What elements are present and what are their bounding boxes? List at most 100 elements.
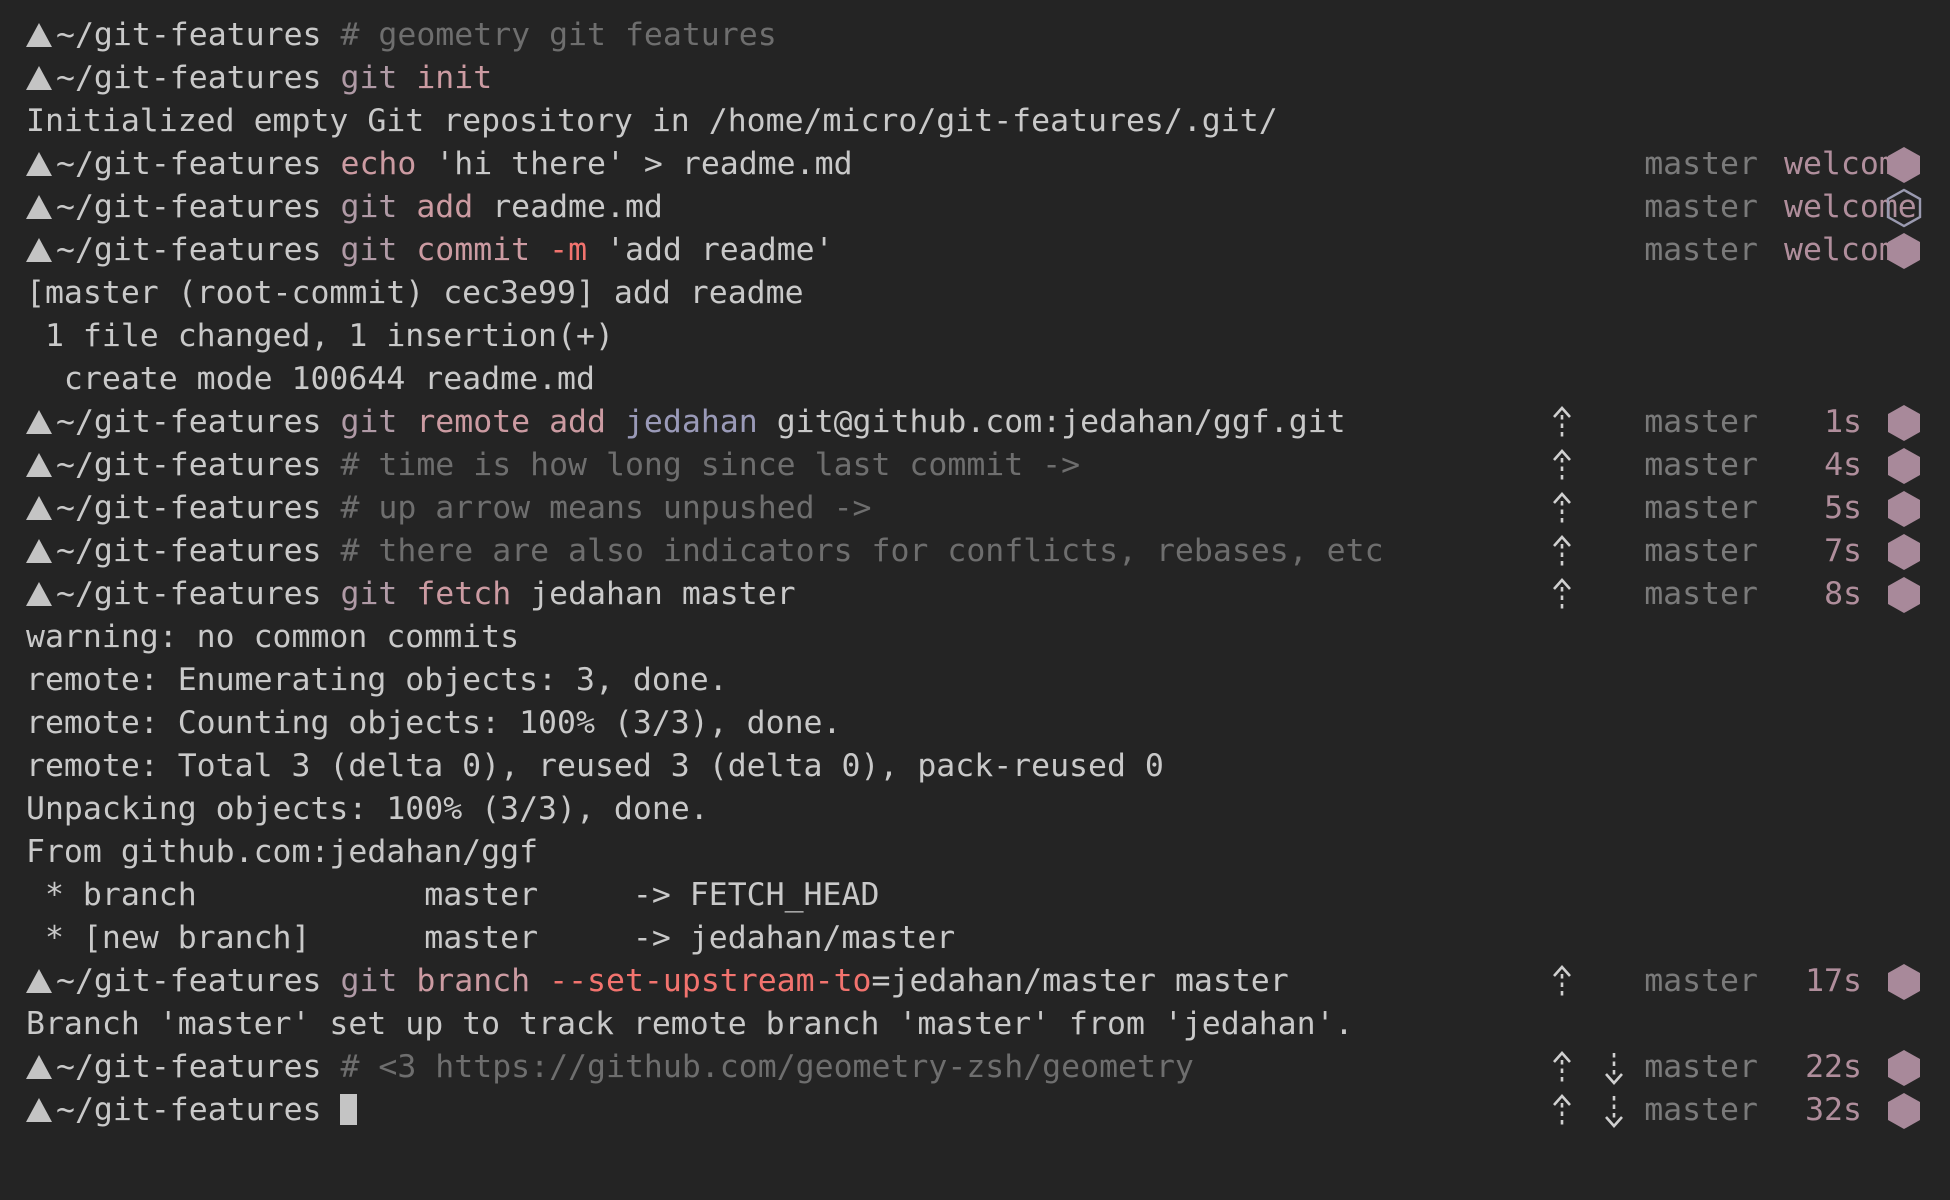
hexagon-filled-icon [1884,530,1924,573]
hexagon-filled-icon [1884,1046,1924,1089]
terminal-prompt-line: ~/git-features git remote add jedahan gi… [0,401,1950,444]
command-segment-path: ~/git-features [56,1049,341,1085]
terminal-prompt-line: ~/git-features # up arrow means unpushed… [0,487,1950,530]
terminal-prompt-line: ~/git-features git branch --set-upstream… [0,960,1950,1003]
terminal-prompt-line: ~/git-features # there are also indicato… [0,530,1950,573]
prompt-status-right: master 1s [1536,401,1924,444]
sync-arrows [1536,401,1640,444]
arrow-down-dashed-icon [1588,143,1640,186]
output-text: remote: Total 3 (delta 0), reused 3 (del… [26,748,1164,784]
arrow-up-dashed-icon [1536,186,1588,229]
output-text: 1 file changed, 1 insertion(+) [26,318,614,354]
output-text: Branch 'master' set up to track remote b… [26,1006,1354,1042]
git-branch-label: master [1644,146,1758,182]
git-branch-label: master [1644,404,1758,440]
command-segment-path: ~/git-features [56,146,341,182]
sync-arrows [1536,960,1640,1003]
arrow-up-dashed-icon [1536,487,1588,530]
prompt-triangle-icon [26,539,52,563]
cursor-block-icon[interactable] [340,1094,358,1125]
output-text: remote: Counting objects: 100% (3/3), do… [26,705,842,741]
terminal-window[interactable]: ~/git-features # geometry git features ~/… [0,0,1950,1200]
command-segment-subcmd: fetch [416,576,531,612]
terminal-prompt-line: ~/git-features # time is how long since … [0,444,1950,487]
git-time-since-commit: welcome [1784,189,1917,225]
command-segment-path: ~/git-features [56,189,341,225]
git-branch-label: master [1644,533,1758,569]
prompt-triangle-icon [26,453,52,477]
arrow-down-dashed-icon [1588,186,1640,229]
terminal-output-line: create mode 100644 readme.md [0,358,1950,401]
terminal-output-line: remote: Total 3 (delta 0), reused 3 (del… [0,745,1950,788]
terminal-output-line: Branch 'master' set up to track remote b… [0,1003,1950,1046]
output-text: [master (root-commit) cec3e99] add readm… [26,275,804,311]
prompt-left: ~/git-features git commit -m 'add readme… [26,229,834,272]
terminal-prompt-line: ~/git-features git fetch jedahan master m… [0,573,1950,616]
output-text: remote: Enumerating objects: 3, done. [26,662,728,698]
output-text: Initialized empty Git repository in /hom… [26,103,1278,139]
git-branch-label: master [1644,963,1758,999]
command-segment-path: ~/git-features [56,576,341,612]
prompt-status-right: master welcome [1536,186,1924,229]
prompt-triangle-icon [26,1098,52,1122]
prompt-status-right: master 22s [1536,1046,1924,1089]
terminal-output-line: 1 file changed, 1 insertion(+) [0,315,1950,358]
sync-arrows [1536,487,1640,530]
prompt-triangle-icon [26,152,52,176]
arrow-up-dashed-icon [1536,573,1588,616]
prompt-triangle-icon [26,66,52,90]
command-segment-flag: --set-upstream-to [549,963,872,999]
terminal-prompt-line: ~/git-features git commit -m 'add readme… [0,229,1950,272]
git-branch-label: master [1644,490,1758,526]
command-segment-subcmd: branch [416,963,550,999]
command-segment-str: 'hi there' > readme.md [435,146,853,182]
command-segment-path: ~/git-features [56,404,341,440]
hexagon-filled-icon [1884,444,1924,487]
prompt-status-right: master 4s [1536,444,1924,487]
output-text: * [new branch] master -> jedahan/master [26,920,956,956]
command-segment-remote: jedahan [624,404,777,440]
command-segment-gitcmd: git [340,189,417,225]
sync-arrows [1536,143,1640,186]
sync-arrows [1536,229,1640,272]
hexagon-filled-icon [1884,487,1924,530]
command-segment-gitcmd: git [340,232,417,268]
prompt-left: ~/git-features git add readme.md [26,186,663,229]
sync-arrows [1536,573,1640,616]
command-segment-subcmd: commit [416,232,550,268]
command-segment-gitcmd: git [340,404,417,440]
prompt-left: ~/git-features git fetch jedahan master [26,573,796,616]
command-segment-subcmd: remote add [416,404,625,440]
prompt-left: ~/git-features # time is how long since … [26,444,1080,487]
git-time-since-commit: 32s [1805,1092,1862,1128]
terminal-prompt-line: ~/git-features # <3 https://github.com/g… [0,1046,1950,1089]
command-segment-path: ~/git-features [56,963,341,999]
git-branch-label: master [1644,189,1758,225]
terminal-prompt-line: ~/git-features master 32s [0,1089,1950,1132]
git-time-since-commit: welcome [1784,232,1917,268]
arrow-down-dashed-icon [1588,573,1640,616]
arrow-down-dashed-icon [1588,229,1640,272]
hexagon-filled-icon [1884,573,1924,616]
command-segment-comment: # up arrow means unpushed -> [340,490,872,526]
prompt-left: ~/git-features # there are also indicato… [26,530,1384,573]
terminal-prompt-line: ~/git-features # geometry git features [0,14,1950,57]
git-time-since-commit: 1s [1824,404,1862,440]
prompt-triangle-icon [26,238,52,262]
arrow-up-dashed-icon [1536,960,1588,1003]
command-segment-subcmd: add [416,189,493,225]
hexagon-filled-icon [1884,229,1924,272]
terminal-output-line: From github.com:jedahan/ggf [0,831,1950,874]
prompt-triangle-icon [26,969,52,993]
arrow-down-dashed-icon [1588,1046,1640,1089]
git-time-since-commit: welcome [1784,146,1917,182]
arrow-up-dashed-icon [1536,401,1588,444]
arrow-down-dashed-icon [1588,1089,1640,1132]
arrow-down-dashed-icon [1588,401,1640,444]
prompt-left: ~/git-features git branch --set-upstream… [26,960,1289,1003]
terminal-output-line: Initialized empty Git repository in /hom… [0,100,1950,143]
prompt-left: ~/git-features git remote add jedahan gi… [26,401,1346,444]
prompt-status-right: master welcome [1536,143,1924,186]
sync-arrows [1536,1089,1640,1132]
hexagon-hollow-icon [1884,186,1924,229]
